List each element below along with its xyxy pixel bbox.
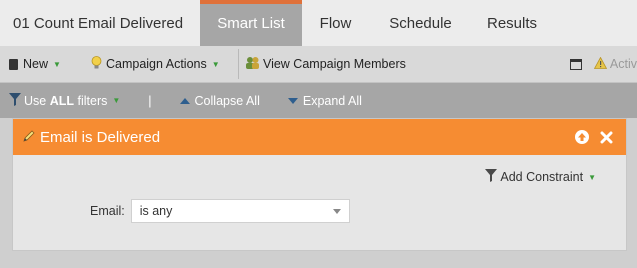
dropdown-arrow-icon: ▼ [588,172,596,182]
filter-funnel-icon [485,169,498,185]
chevron-down-icon [332,208,341,214]
view-campaign-members-label: View Campaign Members [262,57,406,71]
use-label-bold: ALL [49,93,75,108]
toolbar-separator [237,49,239,79]
email-field-label: Email: [90,204,125,218]
email-constraint-row: Email: is any [90,199,350,223]
tab-bar: 01 Count Email Delivered Smart List Flow… [0,0,637,46]
dropdown-arrow-icon: ▼ [112,96,121,105]
expand-all-button[interactable]: Expand All [287,93,362,108]
people-icon [245,56,260,72]
collapse-arrow-icon [179,97,190,104]
warning-icon [593,56,608,72]
filter-title: Email is Delivered [40,128,161,146]
tab-results[interactable]: Results [472,0,552,46]
filter-panel: Email is Delivered Add Constraint ▼ Emai… [12,118,627,251]
tab-smart-list[interactable]: Smart List [200,0,302,46]
collapse-all-label: Collapse All [194,93,260,108]
expand-arrow-icon [287,97,298,104]
pencil-icon [23,129,36,146]
activate-label: Activ [609,57,637,71]
filter-header: Email is Delivered [13,119,626,155]
view-campaign-members-button[interactable]: View Campaign Members [245,46,558,82]
collapse-all-button[interactable]: Collapse All [179,93,260,108]
dropdown-arrow-icon: ▼ [53,59,61,69]
filter-bar: Use ALL filters ▼ | Collapse All Expand … [0,83,637,118]
campaign-actions-label: Campaign Actions [105,57,207,71]
window-icon [569,58,582,70]
add-constraint-button[interactable]: Add Constraint ▼ [485,169,596,185]
expand-all-label: Expand All [302,93,362,108]
new-document-icon [9,58,18,70]
tab-schedule[interactable]: Schedule [369,0,472,46]
email-operator-value: is any [139,204,173,218]
campaign-actions-button[interactable]: Campaign Actions ▼ [75,46,232,82]
move-up-icon[interactable] [574,129,590,145]
filter-funnel-icon [9,92,21,109]
toolbar: New ▼ Campaign Actions ▼ View Campaign M… [0,46,637,83]
lightbulb-icon [91,55,102,73]
window-button[interactable] [558,46,594,82]
use-all-filters-dropdown[interactable]: Use ALL filters ▼ [0,92,121,109]
new-button[interactable]: New ▼ [0,46,75,82]
dropdown-arrow-icon: ▼ [211,59,220,69]
filter-bar-divider: | [148,93,152,108]
close-icon[interactable] [598,129,614,145]
tab-flow[interactable]: Flow [302,0,369,46]
new-button-label: New [23,57,49,71]
use-label-prefix: Use [24,93,50,108]
email-operator-select[interactable]: is any [130,199,350,223]
campaign-title: 01 Count Email Delivered [13,14,184,32]
use-label-suffix: filters [74,93,108,108]
activate-button[interactable]: Activ [593,46,637,82]
add-constraint-label: Add Constraint [500,170,584,184]
